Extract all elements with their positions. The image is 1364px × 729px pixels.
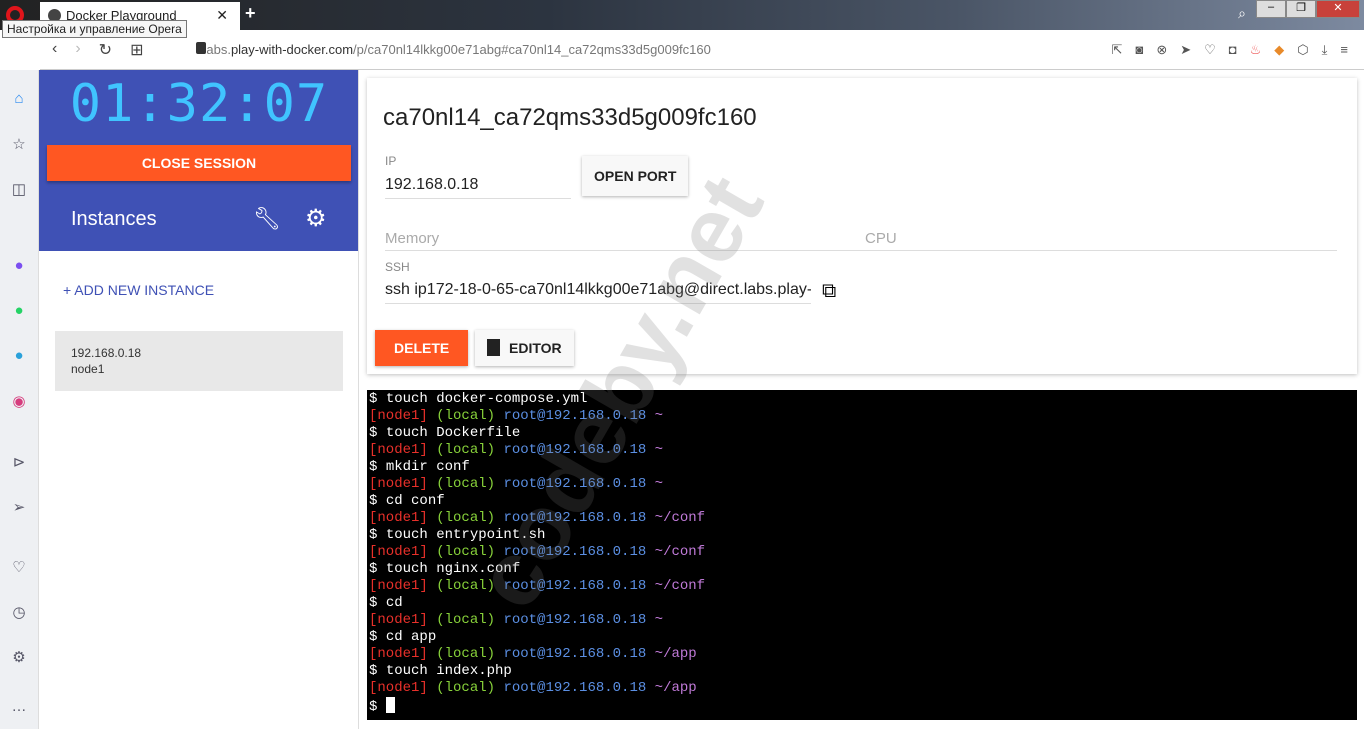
messenger-icon[interactable]: ● [9, 257, 29, 277]
tab-bar: Docker Playground ✕ + ⌕ – ❐ ✕ [0, 0, 1364, 30]
ip-field[interactable]: 192.168.0.18 [385, 176, 571, 199]
url-field[interactable]: labs.play-with-docker.com/p/ca70nl14lkkg… [203, 42, 710, 57]
terminal-command-line: $ mkdir conf [369, 459, 470, 475]
close-window-button[interactable]: ✕ [1316, 0, 1360, 18]
new-tab-button[interactable]: + [245, 3, 256, 24]
close-tab-icon[interactable]: ✕ [216, 7, 228, 24]
instance-details: ca70nl14_ca72qms33d5g009fc160 IP 192.168… [367, 78, 1357, 374]
maximize-button[interactable]: ❐ [1286, 0, 1316, 18]
lock-icon [196, 42, 206, 54]
terminal-prompt-line: [node1] (local) root@192.168.0.18 ~/conf [369, 578, 706, 594]
file-icon [487, 339, 500, 356]
share-icon[interactable]: ⇱ [1112, 42, 1123, 58]
terminal-command-line: $ touch Dockerfile [369, 425, 521, 441]
whatsapp-icon[interactable]: ● [9, 302, 29, 322]
wrench-icon[interactable]: 🔧︎ [253, 206, 281, 232]
session-timer: 01:32:07 [69, 74, 329, 134]
opera-sidebar: ⌂ ☆ ◫ ● ● ● ◉ ⊳ ➢ ♡ ◷ ⚙ … [0, 70, 39, 729]
tooltip: Настройка и управление Opera [2, 20, 187, 38]
terminal-command-line: $ touch entrypoint.sh [369, 527, 546, 543]
snapshot-icon[interactable]: ◙ [1135, 42, 1143, 58]
editor-button[interactable]: EDITOR [475, 330, 574, 366]
adblock-icon[interactable]: ⊗ [1156, 42, 1167, 58]
settings-icon[interactable]: ⚙ [9, 648, 29, 668]
gear-icon[interactable]: ⚙ [305, 204, 327, 233]
terminal-prompt-line: [node1] (local) root@192.168.0.18 ~ [369, 408, 664, 424]
terminal-input-line[interactable]: $ [369, 697, 1355, 716]
history-icon[interactable]: ◷ [9, 603, 29, 623]
send-icon[interactable]: ➤ [1180, 42, 1191, 58]
copy-icon[interactable]: ⧉ [822, 280, 836, 303]
add-new-instance-button[interactable]: + ADD NEW INSTANCE [63, 282, 214, 298]
send-icon[interactable]: ➢ [9, 498, 29, 518]
terminal-prompt-line: [node1] (local) root@192.168.0.18 ~/conf [369, 510, 706, 526]
cpu-label: CPU [865, 230, 897, 247]
ip-label: IP [385, 154, 397, 168]
star-icon[interactable]: ☆ [9, 135, 29, 155]
terminal-command-line: $ cd app [369, 629, 437, 645]
speed-dial-icon[interactable]: ⊞ [130, 40, 143, 60]
camera-icon[interactable]: ◘ [1229, 42, 1237, 58]
cursor [385, 697, 395, 713]
search-tabs-icon[interactable]: ⌕ [1238, 5, 1246, 22]
instance-item[interactable]: 192.168.0.18 node1 [55, 331, 343, 391]
ssh-field[interactable]: ssh ip172-18-0-65-ca70nl14lkkg00e71abg@d… [385, 281, 811, 304]
player-icon[interactable]: ⊳ [9, 453, 29, 473]
terminal-command-line: $ cd [369, 595, 403, 611]
more-icon[interactable]: … [9, 698, 29, 718]
instance-title: ca70nl14_ca72qms33d5g009fc160 [383, 104, 757, 131]
heart-icon[interactable]: ♡ [9, 558, 29, 578]
back-icon[interactable]: ‹ [52, 40, 57, 60]
instances-heading: Instances [71, 208, 157, 230]
minimize-button[interactable]: – [1256, 0, 1286, 18]
open-port-button[interactable]: OPEN PORT [582, 156, 689, 196]
address-bar: ‹ › ↻ ⊞ labs.play-with-docker.com/p/ca70nl1… [40, 30, 1364, 70]
terminal-prompt-line: [node1] (local) root@192.168.0.18 ~ [369, 442, 664, 458]
close-session-button[interactable]: CLOSE SESSION [47, 145, 351, 181]
terminal-command-line: $ touch index.php [369, 663, 512, 679]
forward-icon[interactable]: › [75, 40, 80, 60]
terminal-prompt-line: [node1] (local) root@192.168.0.18 ~/app [369, 646, 697, 662]
instagram-icon[interactable]: ◉ [9, 392, 29, 412]
reload-icon[interactable]: ↻ [99, 40, 112, 60]
instances-panel: 01:32:07 CLOSE SESSION Instances 🔧︎ ⚙ + … [39, 70, 359, 729]
terminal-command-line: $ cd conf [369, 493, 445, 509]
terminal-command-line: $ touch docker-compose.yml [369, 391, 588, 407]
delete-button[interactable]: DELETE [375, 330, 469, 366]
ssh-label: SSH [385, 260, 410, 274]
terminal-command-line: $ touch nginx.conf [369, 561, 521, 577]
terminal-prompt-line: [node1] (local) root@192.168.0.18 ~/app [369, 680, 697, 696]
fire-icon[interactable]: ♨ [1250, 42, 1262, 58]
heart-icon[interactable]: ♡ [1204, 42, 1216, 58]
download-icon[interactable]: ⤓ [1322, 42, 1328, 58]
memory-label: Memory [385, 230, 440, 247]
telegram-icon[interactable]: ● [9, 347, 29, 367]
cube-icon[interactable]: ⬡ [1297, 42, 1308, 58]
terminal-prompt-line: [node1] (local) root@192.168.0.18 ~ [369, 612, 664, 628]
metamask-icon[interactable]: ◆ [1274, 42, 1284, 58]
menu-icon[interactable]: ≡ [1340, 42, 1348, 58]
terminal-prompt-line: [node1] (local) root@192.168.0.18 ~ [369, 476, 664, 492]
home-icon[interactable]: ⌂ [9, 90, 29, 110]
terminal[interactable]: $ touch docker-compose.yml [node1] (local… [367, 390, 1357, 720]
terminal-prompt-line: [node1] (local) root@192.168.0.18 ~/conf [369, 544, 706, 560]
bag-icon[interactable]: ◫ [9, 180, 29, 200]
